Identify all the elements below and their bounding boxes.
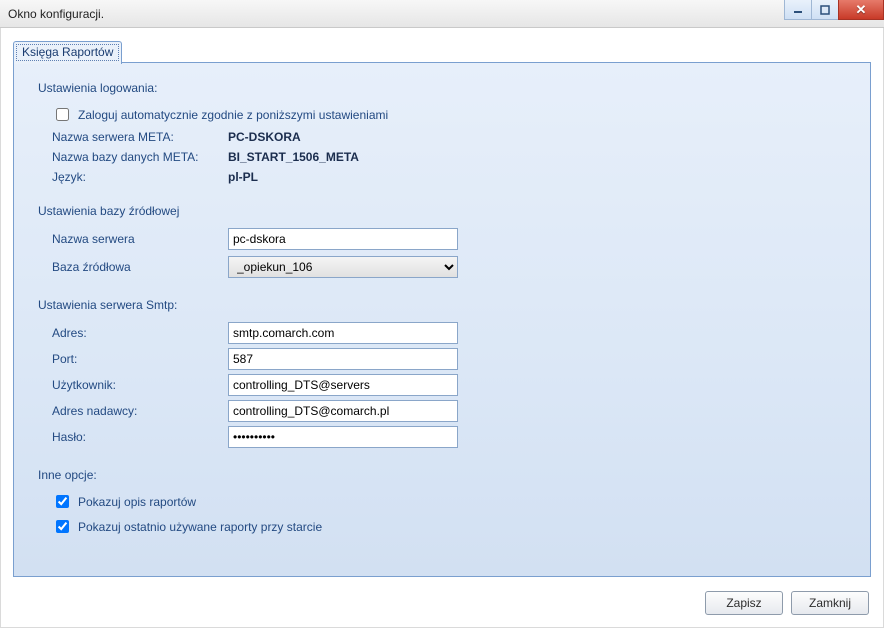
tab-panel: Ustawienia logowania: Zaloguj automatycz… xyxy=(13,62,871,577)
source-db-label: Baza źródłowa xyxy=(38,260,228,274)
tab-container: Księga Raportów Ustawienia logowania: Za… xyxy=(13,40,871,577)
smtp-password-input[interactable] xyxy=(228,426,458,448)
close-icon: ✕ xyxy=(856,2,867,18)
group-other: Inne opcje: Pokazuj opis raportów Pokazu… xyxy=(38,468,852,536)
minimize-button[interactable] xyxy=(784,0,812,20)
close-window-button[interactable]: ✕ xyxy=(838,0,884,20)
group-login: Ustawienia logowania: Zaloguj automatycz… xyxy=(38,81,852,184)
show-report-desc-label: Pokazuj opis raportów xyxy=(78,495,196,509)
group-source-db: Ustawienia bazy źródłowej Nazwa serwera … xyxy=(38,204,852,278)
tab-strip: Księga Raportów xyxy=(13,40,122,63)
login-section-title: Ustawienia logowania: xyxy=(38,81,852,95)
meta-db-value: BI_START_1506_META xyxy=(228,150,359,164)
save-button[interactable]: Zapisz xyxy=(705,591,783,615)
smtp-sender-label: Adres nadawcy: xyxy=(38,404,228,418)
show-report-desc-checkbox[interactable] xyxy=(56,495,69,508)
group-smtp: Ustawienia serwera Smtp: Adres: Port: Uż… xyxy=(38,298,852,448)
meta-db-label: Nazwa bazy danych META: xyxy=(38,150,228,164)
show-recent-checkbox[interactable] xyxy=(56,520,69,533)
window-title: Okno konfiguracji. xyxy=(8,7,104,21)
smtp-address-label: Adres: xyxy=(38,326,228,340)
meta-server-label: Nazwa serwera META: xyxy=(38,130,228,144)
language-label: Język: xyxy=(38,170,228,184)
dialog-buttons: Zapisz Zamknij xyxy=(705,591,869,615)
client-area: Księga Raportów Ustawienia logowania: Za… xyxy=(0,28,884,628)
sourcedb-section-title: Ustawienia bazy źródłowej xyxy=(38,204,852,218)
auto-login-label: Zaloguj automatycznie zgodnie z poniższy… xyxy=(78,108,388,122)
smtp-port-input[interactable] xyxy=(228,348,458,370)
meta-server-value: PC-DSKORA xyxy=(228,130,301,144)
show-recent-label: Pokazuj ostatnio używane raporty przy st… xyxy=(78,520,322,534)
auto-login-checkbox[interactable] xyxy=(56,108,69,121)
maximize-button[interactable] xyxy=(811,0,839,20)
smtp-password-label: Hasło: xyxy=(38,430,228,444)
source-server-input[interactable] xyxy=(228,228,458,250)
window-controls: ✕ xyxy=(785,0,884,20)
minimize-icon xyxy=(793,5,803,15)
smtp-address-input[interactable] xyxy=(228,322,458,344)
language-value: pl-PL xyxy=(228,170,258,184)
smtp-sender-input[interactable] xyxy=(228,400,458,422)
smtp-section-title: Ustawienia serwera Smtp: xyxy=(38,298,852,312)
maximize-icon xyxy=(820,5,830,15)
close-button[interactable]: Zamknij xyxy=(791,591,869,615)
other-section-title: Inne opcje: xyxy=(38,468,852,482)
smtp-port-label: Port: xyxy=(38,352,228,366)
source-server-label: Nazwa serwera xyxy=(38,232,228,246)
source-db-select[interactable]: _opiekun_106 xyxy=(228,256,458,278)
smtp-user-label: Użytkownik: xyxy=(38,378,228,392)
tab-reports-book[interactable]: Księga Raportów xyxy=(13,41,122,64)
titlebar: Okno konfiguracji. ✕ xyxy=(0,0,884,28)
smtp-user-input[interactable] xyxy=(228,374,458,396)
